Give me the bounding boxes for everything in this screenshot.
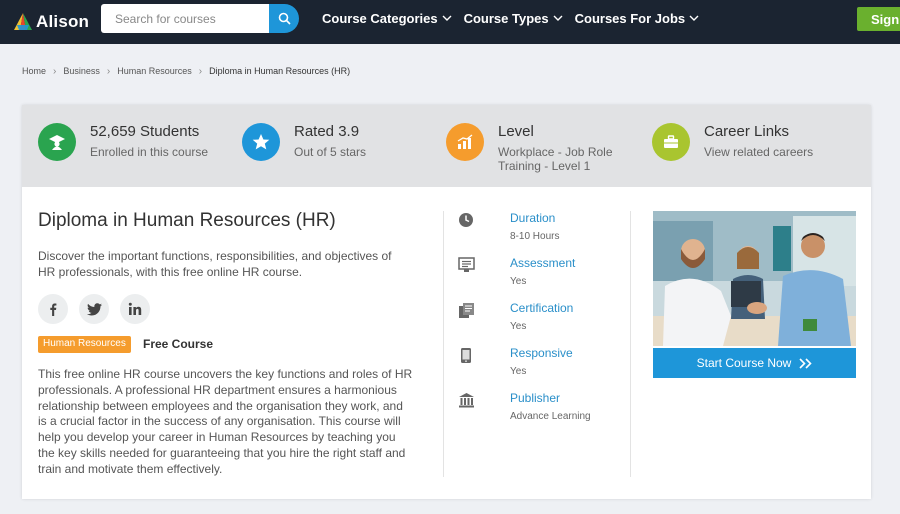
- share-linkedin-button[interactable]: [120, 294, 150, 324]
- detail-label: Publisher: [510, 391, 561, 405]
- nav-link-label: Course Types: [463, 10, 549, 26]
- detail-publisher: Publisher Advance Learning: [457, 391, 637, 435]
- briefcase-icon: [652, 123, 690, 161]
- facebook-icon: [50, 303, 57, 316]
- alison-logo-icon: [14, 13, 32, 30]
- certificate-icon: [457, 301, 475, 319]
- chevron-right-icon: ›: [53, 65, 57, 77]
- linkedin-icon: [128, 302, 142, 315]
- chevron-down-icon: [442, 15, 452, 21]
- course-image: [653, 211, 856, 346]
- search-input[interactable]: [101, 4, 269, 33]
- detail-value: 8-10 Hours: [510, 231, 560, 242]
- search-bar: [101, 4, 299, 33]
- stat-title: Level: [498, 123, 534, 140]
- graduate-icon: [38, 123, 76, 161]
- bar-chart-icon: [446, 123, 484, 161]
- nav-course-categories[interactable]: Course Categories: [322, 11, 452, 26]
- clock-icon: [457, 211, 475, 229]
- chevron-down-icon: [689, 15, 699, 21]
- mobile-icon: [457, 346, 475, 364]
- breadcrumb-home[interactable]: Home: [22, 66, 46, 76]
- chevron-right-icon: ›: [106, 65, 111, 77]
- category-tag[interactable]: Human Resources: [38, 336, 131, 353]
- chevron-right-icon: ›: [198, 65, 203, 77]
- course-body: This free online HR course uncovers the …: [38, 367, 413, 476]
- detail-value: Yes: [510, 321, 527, 332]
- detail-label: Certification: [510, 301, 574, 315]
- cta-label: Start Course Now: [696, 356, 792, 370]
- bank-icon: [457, 391, 475, 409]
- share-facebook-button[interactable]: [38, 294, 68, 324]
- stat-title: 52,659 Students: [90, 123, 200, 140]
- detail-responsive: Responsive Yes: [457, 346, 637, 390]
- detail-label: Assessment: [510, 256, 576, 270]
- start-course-button[interactable]: Start Course Now: [653, 348, 856, 378]
- logo-text: Alison: [36, 12, 90, 31]
- detail-label: Duration: [510, 211, 556, 225]
- detail-value: Yes: [510, 366, 527, 377]
- double-chevron-right-icon: [799, 357, 812, 369]
- course-title: Diploma in Human Resources (HR): [38, 210, 336, 231]
- breadcrumb-human-resources[interactable]: Human Resources: [117, 66, 192, 76]
- nav-link-label: Courses For Jobs: [574, 10, 686, 26]
- detail-label: Responsive: [510, 346, 573, 360]
- search-button[interactable]: [269, 4, 299, 33]
- divider: [443, 211, 444, 477]
- price-type: Free Course: [143, 337, 214, 351]
- course-card: 52,659 Students Enrolled in this course …: [22, 105, 871, 499]
- breadcrumb-current: Diploma in Human Resources (HR): [209, 66, 351, 76]
- stat-sub: Enrolled in this course: [90, 145, 209, 159]
- assessment-icon: [457, 256, 475, 274]
- nav-course-types[interactable]: Course Types: [464, 11, 563, 26]
- breadcrumb-business[interactable]: Business: [63, 66, 100, 76]
- detail-certification: Certification Yes: [457, 301, 637, 345]
- nav-link-label: Course Categories: [322, 10, 438, 26]
- nav-links: Course Categories Course Types Courses F…: [322, 0, 711, 36]
- stat-title: Career Links: [704, 123, 790, 140]
- detail-assessment: Assessment Yes: [457, 256, 637, 300]
- stat-sub: Workplace - Job Role Training - Level 1: [498, 145, 613, 173]
- share-twitter-button[interactable]: [79, 294, 109, 324]
- search-icon: [278, 12, 291, 25]
- detail-value: Yes: [510, 276, 527, 287]
- stat-title: Rated 3.9: [294, 123, 360, 140]
- stats-bar: 52,659 Students Enrolled in this course …: [22, 105, 871, 187]
- course-photo-illustration: [653, 211, 856, 346]
- detail-value: Advance Learning: [510, 411, 591, 422]
- stat-sub: Out of 5 stars: [294, 145, 367, 159]
- breadcrumb: Home › Business › Human Resources › Dipl…: [22, 64, 350, 78]
- alison-logo[interactable]: Alison: [12, 10, 89, 34]
- chevron-down-icon: [553, 15, 563, 21]
- nav-courses-for-jobs[interactable]: Courses For Jobs: [575, 11, 700, 26]
- top-navbar: Alison Course Categories Course Types Co…: [0, 0, 900, 44]
- course-description: Discover the important functions, respon…: [38, 249, 392, 279]
- star-icon: [242, 123, 280, 161]
- twitter-icon: [86, 302, 102, 315]
- signup-button[interactable]: Sign: [857, 7, 900, 31]
- stat-sub[interactable]: View related careers: [704, 145, 813, 159]
- detail-duration: Duration 8-10 Hours: [457, 211, 637, 255]
